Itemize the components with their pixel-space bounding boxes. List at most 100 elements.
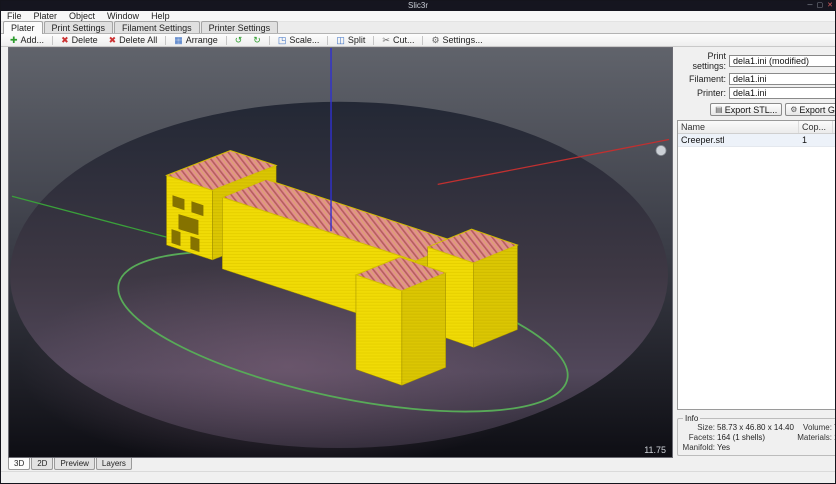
toolbar-separator: [373, 35, 375, 45]
object-list-empty-area: [678, 147, 835, 409]
delete-button[interactable]: ✖ Delete: [56, 34, 103, 46]
add-label: Add...: [20, 35, 45, 45]
materials-label: Materials:: [797, 433, 832, 442]
export-stl-icon: ▤: [715, 105, 723, 114]
maximize-icon[interactable]: ▢: [817, 1, 824, 11]
volume-label: Volume:: [803, 423, 832, 432]
view-tab-2d[interactable]: 2D: [31, 458, 54, 470]
split-button[interactable]: ◫ Split: [331, 34, 370, 46]
delete-all-label: Delete All: [119, 35, 158, 45]
cut-label: Cut...: [392, 35, 415, 45]
sidebar: Print settings: dela1.ini (modified) ▾ F…: [675, 47, 835, 458]
status-bar: [1, 471, 835, 483]
menu-object[interactable]: Object: [63, 11, 101, 22]
tab-filament-settings[interactable]: Filament Settings: [114, 21, 200, 33]
print-settings-label: Print settings:: [692, 51, 726, 71]
object-list-header: Name Cop... Scale: [678, 121, 835, 134]
export-stl-label: Export STL...: [724, 104, 778, 115]
titlebar: Slic3r ─ ▢ ✕: [1, 1, 835, 11]
toolbar-separator: [165, 35, 167, 45]
export-gcode-label: Export G-code...: [799, 104, 835, 115]
printer-label: Printer:: [696, 88, 726, 98]
settings-label: Settings...: [442, 35, 483, 45]
table-row[interactable]: Creeper.stl 1 100%: [678, 134, 835, 147]
filament-value: dela1.ini: [733, 74, 767, 84]
menu-help[interactable]: Help: [145, 11, 176, 22]
view-tab-3d[interactable]: 3D: [8, 458, 31, 470]
delete-all-button[interactable]: ✖ Delete All: [104, 34, 163, 46]
settings-icon: ⚙: [431, 35, 440, 45]
toolbar-separator: [225, 35, 227, 45]
delete-label: Delete: [71, 35, 98, 45]
add-button[interactable]: ✚ Add...: [5, 34, 49, 46]
menu-file[interactable]: File: [1, 11, 28, 22]
menu-window[interactable]: Window: [101, 11, 145, 22]
size-value: 58.73 x 46.80 x 14.40: [717, 423, 794, 432]
object-copies: 1: [801, 135, 807, 145]
split-label: Split: [347, 35, 366, 45]
view-tab-layers[interactable]: Layers: [95, 458, 132, 470]
info-row-facets: Facets: 164 (1 shells) Materials: 1: [681, 433, 835, 443]
window-controls: ─ ▢ ✕: [808, 1, 833, 11]
settings-button[interactable]: ⚙ Settings...: [426, 34, 487, 46]
arrange-icon: ▦: [174, 35, 183, 45]
scale-label: Scale...: [289, 35, 320, 45]
print-settings-value: dela1.ini (modified): [733, 56, 810, 66]
slic3r-window: Slic3r ─ ▢ ✕ File Plater Object Window H…: [0, 0, 836, 484]
info-title: Info: [683, 414, 701, 423]
rotate-ccw-icon: ↺: [234, 35, 243, 45]
tab-print-settings[interactable]: Print Settings: [43, 21, 114, 33]
3d-viewport[interactable]: 11.75: [8, 47, 673, 458]
tab-printer-settings[interactable]: Printer Settings: [200, 21, 279, 33]
manifold-label: Manifold:: [682, 443, 715, 452]
filament-row: Filament: dela1.ini ▾: [677, 73, 835, 85]
manifold-value: Yes: [717, 443, 731, 452]
filament-label: Filament:: [688, 74, 726, 84]
info-spacer: [794, 443, 834, 453]
arrange-button[interactable]: ▦ Arrange: [169, 34, 223, 46]
menu-plater[interactable]: Plater: [28, 11, 64, 22]
settings-tabbar: Plater Print Settings Filament Settings …: [1, 21, 835, 34]
column-name[interactable]: Name: [678, 121, 799, 133]
export-buttons: ▤ Export STL... ⚙ Export G-code...: [677, 103, 835, 116]
scale-button[interactable]: ◳ Scale...: [273, 34, 325, 46]
main-area: 11.75 Print settings: dela1.ini (modifie…: [1, 47, 835, 458]
delete-all-icon: ✖: [108, 35, 117, 45]
close-icon[interactable]: ✕: [827, 1, 833, 11]
delete-icon: ✖: [61, 35, 69, 45]
rotate-cw-icon: ↻: [253, 35, 261, 45]
cut-button[interactable]: ✂ Cut...: [377, 34, 419, 46]
plater-toolbar: ✚ Add... ✖ Delete ✖ Delete All ▦ Arrange…: [1, 34, 835, 47]
column-copies[interactable]: Cop...: [799, 121, 833, 133]
split-icon: ◫: [336, 35, 345, 45]
rotate-cw-button[interactable]: ↻: [248, 34, 266, 46]
print-settings-select[interactable]: dela1.ini (modified) ▾: [729, 55, 835, 67]
print-settings-row: Print settings: dela1.ini (modified) ▾: [677, 51, 835, 71]
export-gcode-icon: ⚙: [790, 105, 798, 114]
minimize-icon[interactable]: ─: [808, 1, 813, 11]
toolbar-separator: [422, 35, 424, 45]
axis-handle[interactable]: [655, 145, 667, 156]
rotate-ccw-button[interactable]: ↺: [230, 34, 248, 46]
facets-label: Facets:: [688, 433, 715, 442]
printer-row: Printer: dela1.ini ▾: [677, 87, 835, 99]
toolbar-separator: [52, 35, 54, 45]
viewport-canvas: 11.75: [9, 48, 672, 457]
printer-select[interactable]: dela1.ini ▾: [729, 87, 835, 99]
filament-select[interactable]: dela1.ini ▾: [729, 73, 835, 85]
size-label: Size:: [697, 423, 715, 432]
printer-value: dela1.ini: [733, 88, 767, 98]
window-title: Slic3r: [407, 1, 428, 10]
facets-value: 164 (1 shells): [717, 433, 766, 442]
z-indicator: 11.75: [644, 445, 666, 455]
arrange-label: Arrange: [185, 35, 218, 45]
export-stl-button[interactable]: ▤ Export STL...: [710, 103, 783, 116]
cut-icon: ✂: [382, 35, 390, 45]
export-gcode-button[interactable]: ⚙ Export G-code...: [785, 103, 835, 116]
object-list: Name Cop... Scale Creeper.stl 1 100%: [677, 120, 835, 410]
scale-icon: ◳: [277, 35, 287, 45]
object-name: Creeper.stl: [681, 135, 725, 145]
info-box: Info Size: 58.73 x 46.80 x 14.40 Volume:…: [677, 414, 835, 456]
view-tab-preview[interactable]: Preview: [54, 458, 95, 470]
tab-plater[interactable]: Plater: [3, 21, 43, 34]
